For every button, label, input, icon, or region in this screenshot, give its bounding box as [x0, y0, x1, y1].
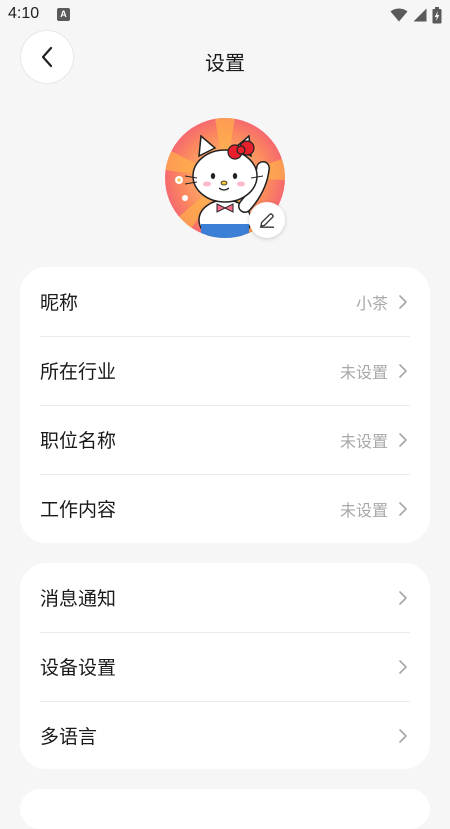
- nickname-value: 小茶: [355, 293, 388, 313]
- more-settings-card: [20, 789, 430, 829]
- nickname-label: 昵称: [40, 292, 79, 314]
- device-settings-label: 设备设置: [40, 657, 117, 679]
- wifi-icon: [390, 8, 408, 22]
- chevron-right-icon: [398, 659, 410, 675]
- language-row[interactable]: 多语言: [40, 701, 410, 770]
- status-time: 4:10: [8, 5, 40, 22]
- battery-charging-icon: [432, 6, 442, 23]
- pencil-icon: [259, 213, 275, 228]
- industry-row[interactable]: 所在行业 未设置: [40, 336, 410, 405]
- status-icons: [390, 5, 442, 25]
- edit-avatar-button[interactable]: [249, 202, 285, 238]
- device-settings-row[interactable]: 设备设置: [40, 632, 410, 701]
- work-content-label: 工作内容: [40, 499, 117, 521]
- notification-a-icon: A: [57, 8, 70, 21]
- chevron-right-icon: [398, 501, 410, 517]
- chevron-right-icon: [398, 728, 410, 744]
- chevron-right-icon: [398, 432, 410, 448]
- profile-info-card: 昵称 小茶 所在行业 未设置 职位名称 未设置 工作内容 未设置: [20, 267, 430, 543]
- chevron-right-icon: [398, 294, 410, 310]
- industry-value: 未设置: [339, 362, 388, 382]
- nickname-row[interactable]: 昵称 小茶: [40, 267, 410, 336]
- preferences-card: 消息通知 设备设置 多语言: [20, 563, 430, 769]
- chevron-right-icon: [398, 590, 410, 606]
- work-content-row[interactable]: 工作内容 未设置: [40, 474, 410, 543]
- notifications-label: 消息通知: [40, 588, 117, 610]
- job-title-value: 未设置: [339, 431, 388, 451]
- chevron-right-icon: [398, 363, 410, 379]
- job-title-label: 职位名称: [40, 430, 117, 452]
- signal-icon: [413, 8, 427, 22]
- notifications-row[interactable]: 消息通知: [40, 563, 410, 632]
- status-bar: 4:10 A: [0, 0, 450, 30]
- page-title: 设置: [205, 51, 245, 75]
- industry-label: 所在行业: [40, 361, 117, 383]
- job-title-row[interactable]: 职位名称 未设置: [40, 405, 410, 474]
- language-label: 多语言: [40, 726, 98, 748]
- avatar-section: [165, 118, 285, 238]
- work-content-value: 未设置: [339, 500, 388, 520]
